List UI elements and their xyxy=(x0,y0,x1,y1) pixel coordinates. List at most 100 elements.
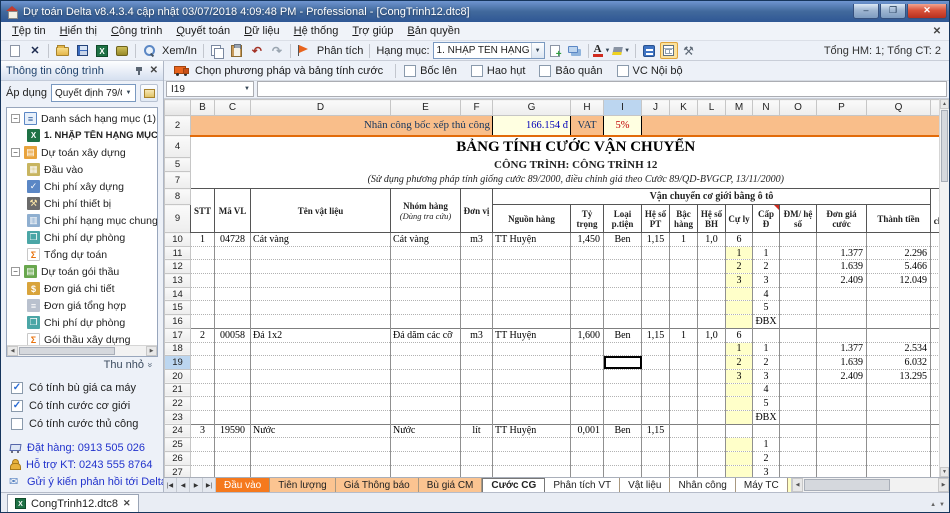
cell-F15[interactable] xyxy=(461,301,493,315)
cell-L19[interactable] xyxy=(698,356,726,370)
cell-B23[interactable] xyxy=(191,410,215,424)
cell-L26[interactable] xyxy=(698,452,726,466)
cell-H18[interactable] xyxy=(571,342,604,356)
header-nhom-hang[interactable]: Nhóm hàng (Dùng tra cứu) xyxy=(391,189,461,233)
tab-phan-tich-vt[interactable]: Phân tích VT xyxy=(545,478,620,492)
cell-L13[interactable] xyxy=(698,274,726,288)
cell-N17[interactable] xyxy=(753,328,780,342)
cell-M12[interactable]: 2 xyxy=(726,260,753,274)
link-ho-tro-kt-0243-555-8764[interactable]: Hỗ trợ KT: 0243 555 8764 xyxy=(9,456,163,473)
cell-O24[interactable] xyxy=(780,424,817,438)
cell-D26[interactable] xyxy=(251,452,391,466)
cell-P25[interactable] xyxy=(817,438,867,452)
vertical-scrollbar[interactable]: ▲ ▼ xyxy=(939,99,949,477)
checkbox-bao-quan[interactable]: Bảo quản xyxy=(539,65,602,77)
export-excel-button[interactable] xyxy=(93,42,111,59)
cell-J27[interactable] xyxy=(642,465,670,477)
cell-O23[interactable] xyxy=(780,410,817,424)
cell-F11[interactable] xyxy=(461,246,493,260)
cell-M25[interactable] xyxy=(726,438,753,452)
cell-L21[interactable] xyxy=(698,383,726,397)
sidebar-item-du-toan-xay-dung[interactable]: −▤Dự toán xây dựng xyxy=(7,144,157,161)
row-header-24[interactable]: 24 xyxy=(165,424,191,438)
header-nguon-hang[interactable]: Nguồn hàng xyxy=(493,205,571,233)
cell-G27[interactable] xyxy=(493,465,571,477)
header-ty-trong[interactable]: Tỷ trọng xyxy=(571,205,604,233)
cell-I20[interactable] xyxy=(604,369,642,383)
col-header-E[interactable]: E xyxy=(391,100,461,116)
cell-N23[interactable]: ĐBX xyxy=(753,410,780,424)
scrollbar-thumb[interactable] xyxy=(19,347,115,355)
sidebar-item-danh-sach-hang-muc-1[interactable]: −≡Danh sách hạng mục (1) xyxy=(7,110,157,127)
cell-F12[interactable] xyxy=(461,260,493,274)
row-header-16[interactable]: 16 xyxy=(165,315,191,329)
cell-J20[interactable] xyxy=(642,369,670,383)
row-header-7[interactable]: 7 xyxy=(165,172,191,189)
view-print-label[interactable]: Xem/In xyxy=(162,45,197,57)
cell-G23[interactable] xyxy=(493,410,571,424)
cell-H25[interactable] xyxy=(571,438,604,452)
cell-F25[interactable] xyxy=(461,438,493,452)
col-header-B[interactable]: B xyxy=(191,100,215,116)
cell-H16[interactable] xyxy=(571,315,604,329)
cell-P22[interactable] xyxy=(817,397,867,411)
cell-B10[interactable]: 1 xyxy=(191,233,215,247)
cell-G20[interactable] xyxy=(493,369,571,383)
cell-N12[interactable]: 2 xyxy=(753,260,780,274)
tree-expander-icon[interactable]: − xyxy=(11,267,20,276)
col-header-O[interactable]: O xyxy=(780,100,817,116)
cell-C18[interactable] xyxy=(215,342,251,356)
menu-tro-giup[interactable]: Trợ giúp xyxy=(345,23,400,39)
header-don-gia-cuoc[interactable]: Đơn giá cước xyxy=(817,205,867,233)
cell-B14[interactable] xyxy=(191,287,215,301)
cell-P10[interactable] xyxy=(817,233,867,247)
sidebar-item-chi-phi-du-phong[interactable]: ❒Chi phí dự phòng xyxy=(7,314,157,331)
cell-C25[interactable] xyxy=(215,438,251,452)
cell-Q19[interactable]: 6.032 xyxy=(867,356,931,370)
cell-M17[interactable]: 6 xyxy=(726,328,753,342)
cell-B18[interactable] xyxy=(191,342,215,356)
cell-C11[interactable] xyxy=(215,246,251,260)
cell-P14[interactable] xyxy=(817,287,867,301)
apply-dropdown[interactable]: Quyết định 79/QĐ-B... ▼ xyxy=(51,84,136,102)
cell-E10[interactable]: Cát vàng xyxy=(391,233,461,247)
cell-C21[interactable] xyxy=(215,383,251,397)
cell-P20[interactable]: 2.409 xyxy=(817,369,867,383)
cell-J10[interactable]: 1,15 xyxy=(642,233,670,247)
cell-F23[interactable] xyxy=(461,410,493,424)
cell-O21[interactable] xyxy=(780,383,817,397)
col-header-L[interactable]: L xyxy=(698,100,726,116)
cell-N20[interactable]: 3 xyxy=(753,369,780,383)
sidebar-item-chi-phi-du-phong[interactable]: ❒Chi phí dự phòng xyxy=(7,229,157,246)
menu-tep-tin[interactable]: Tệp tin xyxy=(5,23,53,39)
cell-K19[interactable] xyxy=(670,356,698,370)
tree-horizontal-scrollbar[interactable]: ◀ ▶ xyxy=(7,345,157,356)
cell-K26[interactable] xyxy=(670,452,698,466)
scroll-up-icon[interactable]: ▲ xyxy=(940,99,949,109)
cell-L10[interactable]: 1,0 xyxy=(698,233,726,247)
col-header-G[interactable]: G xyxy=(493,100,571,116)
scrollbar-thumb[interactable] xyxy=(804,479,890,491)
menu-hien-thi[interactable]: Hiển thị xyxy=(53,23,104,39)
cell-M20[interactable]: 3 xyxy=(726,369,753,383)
sidebar-item-don-gia-tong-hop[interactable]: ≡Đơn giá tổng hợp xyxy=(7,297,157,314)
cell-H22[interactable] xyxy=(571,397,604,411)
cell-J24[interactable]: 1,15 xyxy=(642,424,670,438)
cell-P19[interactable]: 1.639 xyxy=(817,356,867,370)
header-ten-vat-lieu[interactable]: Tên vật liệu xyxy=(251,189,391,233)
cell-F24[interactable]: lít xyxy=(461,424,493,438)
cell-L14[interactable] xyxy=(698,287,726,301)
cell-I22[interactable] xyxy=(604,397,642,411)
row-header-2[interactable]: 2 xyxy=(165,116,191,136)
cell-G26[interactable] xyxy=(493,452,571,466)
cell-Q22[interactable] xyxy=(867,397,931,411)
refresh-button[interactable] xyxy=(640,42,658,59)
cell-H12[interactable] xyxy=(571,260,604,274)
cell-J23[interactable] xyxy=(642,410,670,424)
cell-F16[interactable] xyxy=(461,315,493,329)
cell-F17[interactable]: m3 xyxy=(461,328,493,342)
header-thanh-tien[interactable]: Thành tiền xyxy=(867,205,931,233)
sidebar-close-icon[interactable]: ✕ xyxy=(150,65,158,76)
tab-vat-lieu[interactable]: Vật liệu xyxy=(620,478,670,492)
cell-C24[interactable]: 19590 xyxy=(215,424,251,438)
